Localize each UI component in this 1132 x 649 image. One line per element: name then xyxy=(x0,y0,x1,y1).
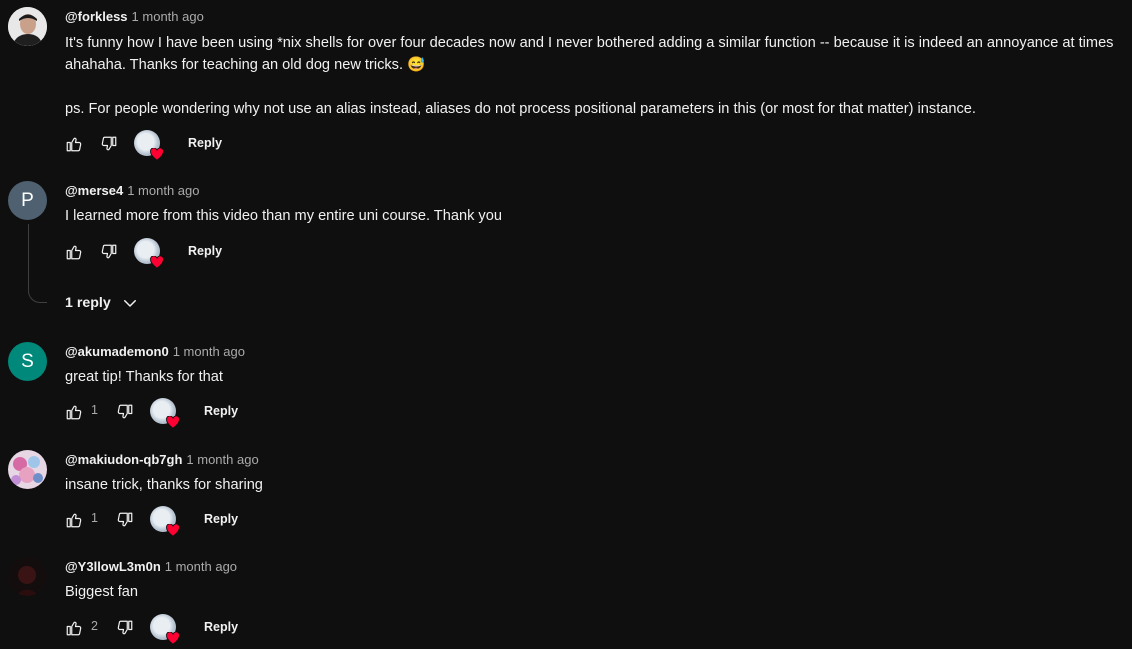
avatar[interactable] xyxy=(8,7,47,46)
reply-button[interactable]: Reply xyxy=(204,404,238,418)
avatar[interactable]: S xyxy=(8,342,47,381)
comment-time[interactable]: 1 month ago xyxy=(173,344,245,359)
avatar-letter: S xyxy=(21,350,34,372)
dislike-button[interactable] xyxy=(99,132,119,156)
user-photo-icon xyxy=(8,450,47,489)
creator-heart-badge xyxy=(134,238,164,269)
like-button[interactable] xyxy=(64,616,84,640)
heart-icon xyxy=(150,148,164,161)
chevron-down-icon xyxy=(123,300,136,307)
replies-label: 1 reply xyxy=(65,295,111,311)
like-button[interactable] xyxy=(64,240,84,264)
avatar[interactable] xyxy=(8,557,47,596)
dislike-button[interactable] xyxy=(99,240,119,264)
comment-author[interactable]: @Y3llowL3m0n xyxy=(65,559,161,574)
reply-button[interactable]: Reply xyxy=(188,136,222,150)
thumbs-up-icon xyxy=(66,513,82,528)
creator-heart-badge xyxy=(134,130,164,161)
comment-author[interactable]: @forkless xyxy=(65,9,128,24)
comment-text: Biggest fan xyxy=(65,584,139,600)
thread-connector xyxy=(28,224,47,303)
like-button[interactable] xyxy=(64,132,84,156)
comment-author[interactable]: @akumademon0 xyxy=(65,344,169,359)
comment-time[interactable]: 1 month ago xyxy=(165,559,237,574)
like-button[interactable] xyxy=(64,400,84,424)
comment-text: I learned more from this video than my e… xyxy=(65,208,502,224)
heart-icon xyxy=(166,524,180,537)
comment-time[interactable]: 1 month ago xyxy=(132,9,204,24)
like-count: 1 xyxy=(91,511,98,525)
dislike-button[interactable] xyxy=(115,400,135,424)
reply-button[interactable]: Reply xyxy=(204,620,238,634)
comment-author[interactable]: @makiudon-qb7gh xyxy=(65,452,182,467)
creator-heart-badge xyxy=(150,614,180,645)
thumbs-up-icon xyxy=(66,137,82,152)
like-count: 1 xyxy=(91,403,98,417)
thumbs-down-icon xyxy=(117,512,133,527)
heart-icon xyxy=(166,416,180,429)
thumbs-up-icon xyxy=(66,621,82,636)
comment-text: great tip! Thanks for that xyxy=(65,369,223,385)
comment-text: insane trick, thanks for sharing xyxy=(65,477,263,493)
thumbs-up-icon xyxy=(66,405,82,420)
view-replies-button[interactable]: 1 reply xyxy=(65,294,139,312)
avatar[interactable] xyxy=(8,450,47,489)
avatar[interactable]: P xyxy=(8,181,47,220)
heart-icon xyxy=(166,632,180,645)
avatar-letter: P xyxy=(21,189,34,211)
thumbs-down-icon xyxy=(101,244,117,259)
comment-time[interactable]: 1 month ago xyxy=(186,452,258,467)
creator-heart-badge xyxy=(150,398,180,429)
user-photo-icon xyxy=(8,557,47,596)
creator-heart-badge xyxy=(150,506,180,537)
thumbs-up-icon xyxy=(66,245,82,260)
reply-button[interactable]: Reply xyxy=(204,512,238,526)
like-button[interactable] xyxy=(64,508,84,532)
comment-time[interactable]: 1 month ago xyxy=(127,183,199,198)
dislike-button[interactable] xyxy=(115,508,135,532)
comment-text: It's funny how I have been using *nix sh… xyxy=(65,35,1114,117)
thumbs-down-icon xyxy=(117,620,133,635)
dislike-button[interactable] xyxy=(115,616,135,640)
user-photo-icon xyxy=(8,7,47,46)
thumbs-down-icon xyxy=(117,404,133,419)
comment-author[interactable]: @merse4 xyxy=(65,183,123,198)
thumbs-down-icon xyxy=(101,136,117,151)
like-count: 2 xyxy=(91,619,98,633)
reply-button[interactable]: Reply xyxy=(188,244,222,258)
heart-icon xyxy=(150,256,164,269)
